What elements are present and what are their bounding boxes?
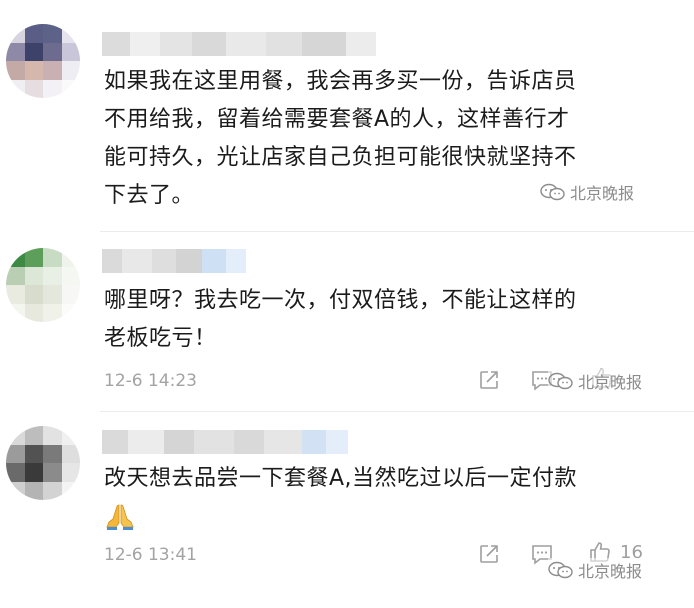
timestamp: 12-6 13:41 bbox=[104, 545, 197, 565]
watermark-text: 北京晚报 bbox=[570, 184, 635, 203]
watermark: 北京晚报 bbox=[548, 369, 643, 393]
comment-item: 哪里呀？我去吃一次，付双倍钱，不能让这样的 老板吃亏！ 12-6 14:23 北… bbox=[0, 232, 694, 410]
folded-hands-icon bbox=[106, 504, 134, 530]
watermark-text: 北京晚报 bbox=[578, 373, 643, 392]
comment-text: 改天想去品尝一下套餐A,当然吃过以后一定付款 bbox=[104, 466, 578, 491]
username-blurred[interactable] bbox=[102, 249, 246, 273]
comment-text: 哪里呀？我去吃一次，付双倍钱，不能让这样的 老板吃亏！ bbox=[104, 288, 577, 351]
watermark-text: 北京晚报 bbox=[578, 562, 643, 581]
comment-item: 如果我在这里用餐，我会再多买一份，告诉店员 不用给我，留着给需要套餐A的人，这样… bbox=[0, 0, 694, 230]
share-icon[interactable] bbox=[478, 543, 500, 565]
comment-item: 改天想去品尝一下套餐A,当然吃过以后一定付款 12-6 13:41 16 北京晚… bbox=[0, 412, 694, 608]
username-blurred[interactable] bbox=[102, 430, 348, 454]
wechat-logo-icon bbox=[540, 183, 565, 201]
wechat-logo-icon bbox=[548, 372, 573, 390]
wechat-logo-icon bbox=[548, 561, 573, 579]
watermark: 北京晚报 bbox=[540, 180, 634, 204]
avatar[interactable] bbox=[6, 426, 80, 500]
username-blurred[interactable] bbox=[102, 32, 376, 56]
avatar[interactable] bbox=[6, 248, 80, 322]
watermark: 北京晚报 bbox=[548, 558, 643, 582]
avatar[interactable] bbox=[6, 24, 80, 98]
comment-text: 如果我在这里用餐，我会再多买一份，告诉店员 不用给我，留着给需要套餐A的人，这样… bbox=[104, 69, 577, 208]
share-icon[interactable] bbox=[478, 369, 500, 391]
timestamp: 12-6 14:23 bbox=[104, 371, 197, 391]
